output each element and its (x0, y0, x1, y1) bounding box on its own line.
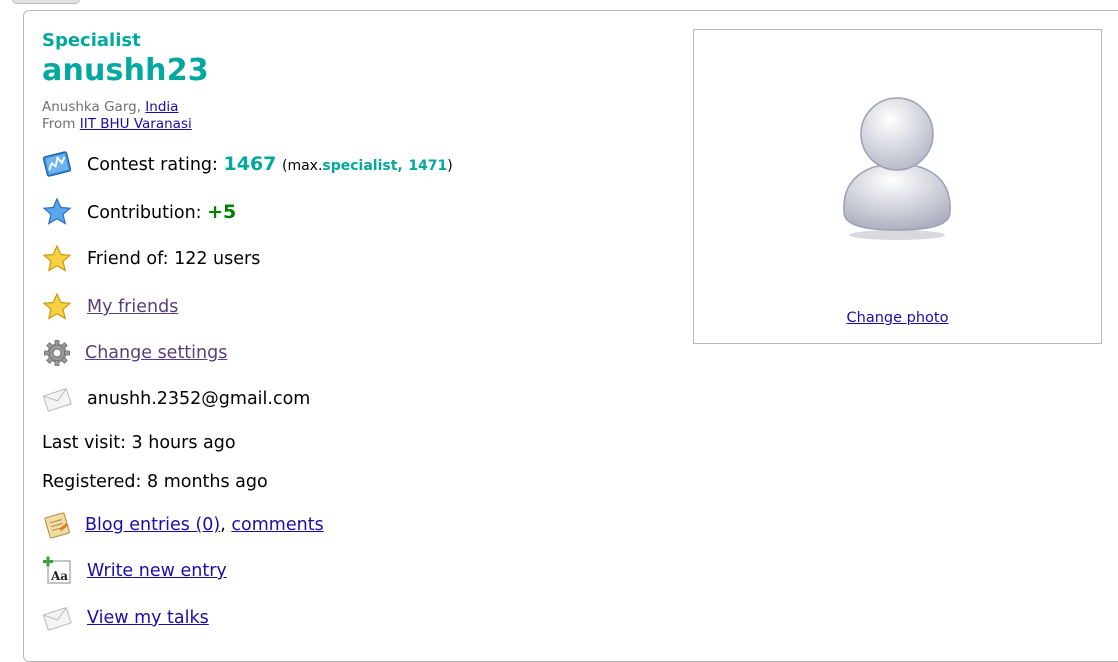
blog-links: Blog entries (0), comments (85, 515, 324, 535)
avatar-placeholder-icon (834, 92, 964, 246)
from-label: From (42, 116, 76, 132)
gold-star-icon (42, 292, 72, 322)
blog-row: Blog entries (0), comments (42, 510, 324, 540)
blog-entries-link[interactable]: Blog entries (0) (85, 515, 220, 535)
email-row: anushh.2352@gmail.com (42, 384, 310, 414)
user-rank: Specialist (42, 30, 141, 51)
organization-link[interactable]: IIT BHU Varanasi (80, 116, 192, 132)
friend-of-text: Friend of: 122 users (87, 249, 261, 269)
user-photo-box: Change photo (693, 29, 1102, 344)
envelope-icon (42, 384, 72, 414)
write-entry-row: Aa Write new entry (42, 556, 227, 586)
change-settings-link[interactable]: Change settings (85, 343, 227, 363)
contribution-label: Contribution: (87, 203, 202, 223)
email-text: anushh.2352@gmail.com (87, 389, 311, 409)
contest-rating-label: Contest rating: (87, 155, 218, 175)
contribution-text: Contribution: +5 (87, 201, 236, 223)
svg-text:Aa: Aa (50, 569, 68, 583)
gold-star-icon (42, 244, 72, 274)
name-separator: , (136, 99, 141, 115)
contest-rating-text: Contest rating: 1467 (max.specialist, 14… (87, 153, 453, 175)
full-name: Anushka Garg (42, 99, 137, 115)
view-my-talks-link[interactable]: View my talks (87, 608, 209, 628)
my-friends-link[interactable]: My friends (87, 297, 178, 317)
blog-separator: , (220, 515, 226, 535)
friend-of-row: Friend of: 122 users (42, 244, 260, 274)
user-handle: anushh23 (42, 53, 209, 88)
gear-icon (42, 338, 72, 368)
write-entry-icon: Aa (42, 556, 72, 586)
rating-chart-icon (42, 149, 72, 179)
comments-link[interactable]: comments (231, 515, 323, 535)
talks-row: View my talks (42, 603, 209, 633)
blog-notebook-icon (42, 510, 72, 540)
registered-text: Registered: 8 months ago (42, 472, 268, 492)
change-settings-row: Change settings (42, 338, 227, 368)
max-rating: 1471 (408, 158, 448, 174)
contest-rating-row: Contest rating: 1467 (max.specialist, 14… (42, 149, 453, 179)
contest-rating-value: 1467 (223, 153, 277, 175)
country-link[interactable]: India (145, 99, 178, 115)
top-tab-stub[interactable] (12, 0, 80, 4)
change-photo-link[interactable]: Change photo (694, 310, 1101, 326)
max-close: ) (447, 158, 453, 174)
user-organization-line: From IIT BHU Varanasi (42, 116, 192, 132)
blue-star-icon (42, 197, 72, 227)
my-friends-row: My friends (42, 292, 178, 322)
contribution-value: +5 (207, 201, 237, 223)
max-open: (max. (281, 158, 323, 174)
max-rank: specialist, (322, 158, 403, 174)
envelope-icon (42, 603, 72, 633)
contribution-row: Contribution: +5 (42, 197, 236, 227)
user-name-line: Anushka Garg, India (42, 99, 178, 115)
write-new-entry-link[interactable]: Write new entry (87, 561, 227, 581)
last-visit-text: Last visit: 3 hours ago (42, 433, 236, 453)
